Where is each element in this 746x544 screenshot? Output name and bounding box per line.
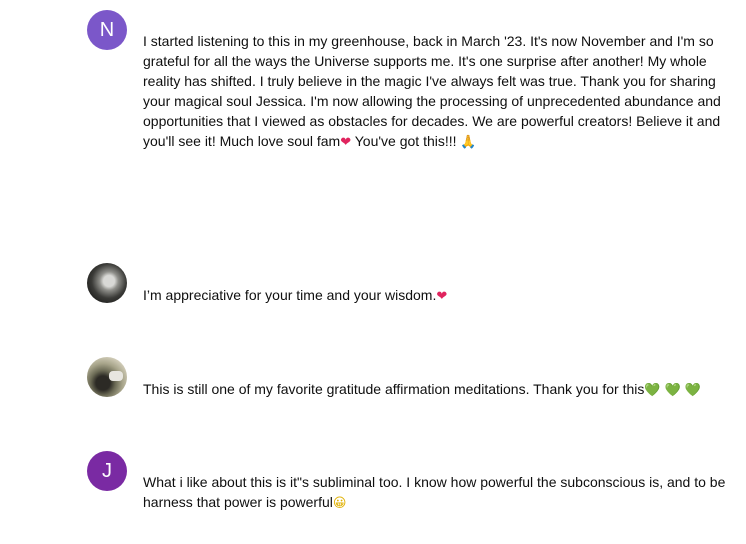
comment-line: harness that power is powerful bbox=[143, 494, 333, 510]
comment-text: I started listening to this in my greenh… bbox=[143, 31, 733, 153]
comment-line: your magical soul Jessica. I'm now allow… bbox=[143, 93, 721, 109]
comment-tail: You've got this!!! bbox=[351, 133, 461, 149]
green-heart-icon: 💚 bbox=[684, 383, 701, 398]
red-heart-icon: ❤ bbox=[436, 289, 448, 304]
comment-line: I started listening to this in my greenh… bbox=[143, 33, 714, 49]
comment-line: opportunities that I viewed as obstacles… bbox=[143, 113, 721, 129]
green-heart-icon: 💚 bbox=[664, 383, 681, 398]
avatar-letter: N bbox=[99, 18, 115, 41]
avatar[interactable]: J bbox=[87, 451, 127, 491]
comment-line: This is still one of my favorite gratitu… bbox=[143, 381, 645, 397]
comment-line: reality has shifted. I truly believe in … bbox=[143, 73, 716, 89]
comment-line-last: you'll see it! Much love soul fam❤ You'v… bbox=[143, 131, 733, 153]
comment-line: you'll see it! Much love soul fam bbox=[143, 133, 341, 149]
avatar[interactable]: N bbox=[87, 10, 127, 50]
green-heart-icon: 💚 bbox=[644, 383, 661, 398]
comment-line: I’m appreciative for your time and your … bbox=[143, 287, 437, 303]
red-heart-icon: ❤ bbox=[340, 135, 352, 150]
comment-text: What i like about this is it"s sublimina… bbox=[143, 472, 733, 514]
comment-line: What i like about this is it"s sublimina… bbox=[143, 474, 726, 490]
praying-hands-icon: 🙏 bbox=[460, 135, 477, 150]
comment-line: grateful for all the ways the Universe s… bbox=[143, 53, 707, 69]
grinning-face-icon: 😀 bbox=[332, 496, 347, 511]
avatar[interactable] bbox=[87, 263, 127, 303]
avatar-letter: J bbox=[102, 459, 112, 482]
comment-text: I’m appreciative for your time and your … bbox=[143, 285, 733, 307]
comment-text: This is still one of my favorite gratitu… bbox=[143, 379, 733, 401]
avatar[interactable] bbox=[87, 357, 127, 397]
